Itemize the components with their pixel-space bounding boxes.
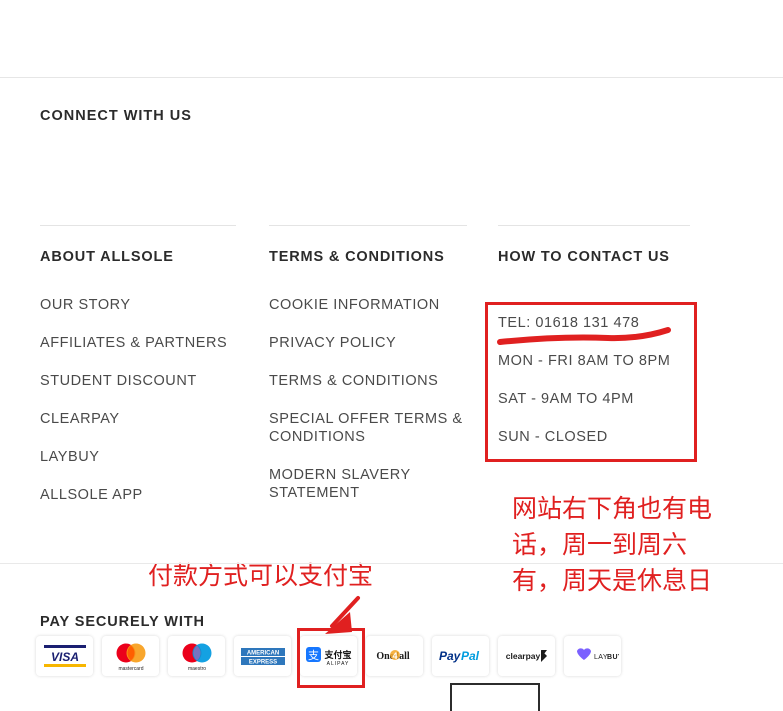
svg-text:Pay: Pay xyxy=(439,649,462,663)
top-divider xyxy=(0,77,783,78)
mastercard-icon: mastercard xyxy=(116,643,145,672)
payment-method-mastercard[interactable]: mastercard xyxy=(102,636,159,676)
link-laybuy[interactable]: LAYBUY xyxy=(40,448,245,466)
link-allsole-app[interactable]: ALLSOLE APP xyxy=(40,486,245,504)
payment-methods-row: VISA mastercard maestro AMERICAN EXPRESS… xyxy=(36,636,621,676)
pay-securely-heading: PAY SECURELY WITH xyxy=(40,614,205,630)
svg-text:4: 4 xyxy=(392,651,397,661)
svg-text:Pal: Pal xyxy=(461,649,480,663)
payment-method-one4all[interactable]: One4all 4 xyxy=(366,636,423,676)
payment-divider xyxy=(0,563,783,564)
payment-method-paypal[interactable]: Pay Pal xyxy=(432,636,489,676)
payment-method-maestro[interactable]: maestro xyxy=(168,636,225,676)
contact-hours-weekday: MON - FRI 8AM TO 8PM xyxy=(498,353,671,369)
footer-column-terms: TERMS & CONDITIONS COOKIE INFORMATION PR… xyxy=(269,248,474,502)
column-heading-contact: HOW TO CONTACT US xyxy=(498,249,670,265)
footer-column-about: ABOUT ALLSOLE OUR STORY AFFILIATES & PAR… xyxy=(40,248,245,504)
arrow-head xyxy=(325,612,352,634)
visa-icon: VISA xyxy=(43,645,86,667)
laybuy-icon: LAY BUY xyxy=(576,648,619,661)
clearpay-icon: clearpay xyxy=(505,650,547,662)
alipay-icon: 支 支付宝 ALIPAY xyxy=(305,647,351,667)
svg-text:ALIPAY: ALIPAY xyxy=(326,661,349,667)
svg-text:BUY: BUY xyxy=(607,654,619,661)
svg-text:LAY: LAY xyxy=(594,654,608,661)
one4all-icon: One4all 4 xyxy=(376,650,409,662)
svg-text:mastercard: mastercard xyxy=(118,666,143,672)
link-cookie-information[interactable]: COOKIE INFORMATION xyxy=(269,296,474,314)
link-terms-conditions[interactable]: TERMS & CONDITIONS xyxy=(269,372,474,390)
svg-text:clearpay: clearpay xyxy=(505,651,540,661)
payment-method-clearpay[interactable]: clearpay xyxy=(498,636,555,676)
connect-with-us-heading: CONNECT WITH US xyxy=(40,108,192,124)
annotation-text-contact: 网站右下角也有电 话，周一到周六 有，周天是休息日 xyxy=(512,494,713,595)
maestro-icon: maestro xyxy=(182,643,211,672)
bottom-cut-off-box xyxy=(450,683,540,711)
contact-phone[interactable]: TEL: 01618 131 478 xyxy=(498,314,693,332)
payment-method-alipay[interactable]: 支 支付宝 ALIPAY xyxy=(300,636,357,676)
american-express-icon: AMERICAN EXPRESS xyxy=(240,648,285,666)
contact-hours-saturday: SAT - 9AM TO 4PM xyxy=(498,391,634,407)
column-divider-terms xyxy=(269,225,467,226)
link-clearpay[interactable]: CLEARPAY xyxy=(40,410,245,428)
link-student-discount[interactable]: STUDENT DISCOUNT xyxy=(40,372,245,390)
column-divider-about xyxy=(40,225,236,226)
link-modern-slavery-statement[interactable]: MODERN SLAVERY STATEMENT xyxy=(269,466,474,502)
footer-column-contact: HOW TO CONTACT US xyxy=(498,248,698,296)
arrow-shaft xyxy=(330,596,360,628)
column-heading-about: ABOUT ALLSOLE xyxy=(40,249,174,265)
contact-details: TEL: 01618 131 478 MON - FRI 8AM TO 8PM … xyxy=(498,314,693,446)
svg-text:EXPRESS: EXPRESS xyxy=(248,660,276,666)
column-heading-terms: TERMS & CONDITIONS xyxy=(269,249,445,265)
payment-method-laybuy[interactable]: LAY BUY xyxy=(564,636,621,676)
svg-text:支付宝: 支付宝 xyxy=(323,649,351,661)
column-divider-contact xyxy=(498,225,690,226)
link-our-story[interactable]: OUR STORY xyxy=(40,296,245,314)
payment-method-visa[interactable]: VISA xyxy=(36,636,93,676)
svg-text:支: 支 xyxy=(308,649,319,662)
payment-method-american-express[interactable]: AMERICAN EXPRESS xyxy=(234,636,291,676)
footer-page: CONNECT WITH US ABOUT ALLSOLE OUR STORY … xyxy=(0,0,783,711)
link-affiliates-partners[interactable]: AFFILIATES & PARTNERS xyxy=(40,334,245,352)
svg-text:maestro: maestro xyxy=(187,666,205,672)
svg-text:VISA: VISA xyxy=(50,650,78,664)
svg-text:AMERICAN: AMERICAN xyxy=(246,651,278,657)
link-privacy-policy[interactable]: PRIVACY POLICY xyxy=(269,334,474,352)
paypal-icon: Pay Pal xyxy=(439,649,480,663)
link-special-offer-terms[interactable]: SPECIAL OFFER TERMS & CONDITIONS xyxy=(269,410,474,446)
contact-hours-sunday: SUN - CLOSED xyxy=(498,429,608,445)
